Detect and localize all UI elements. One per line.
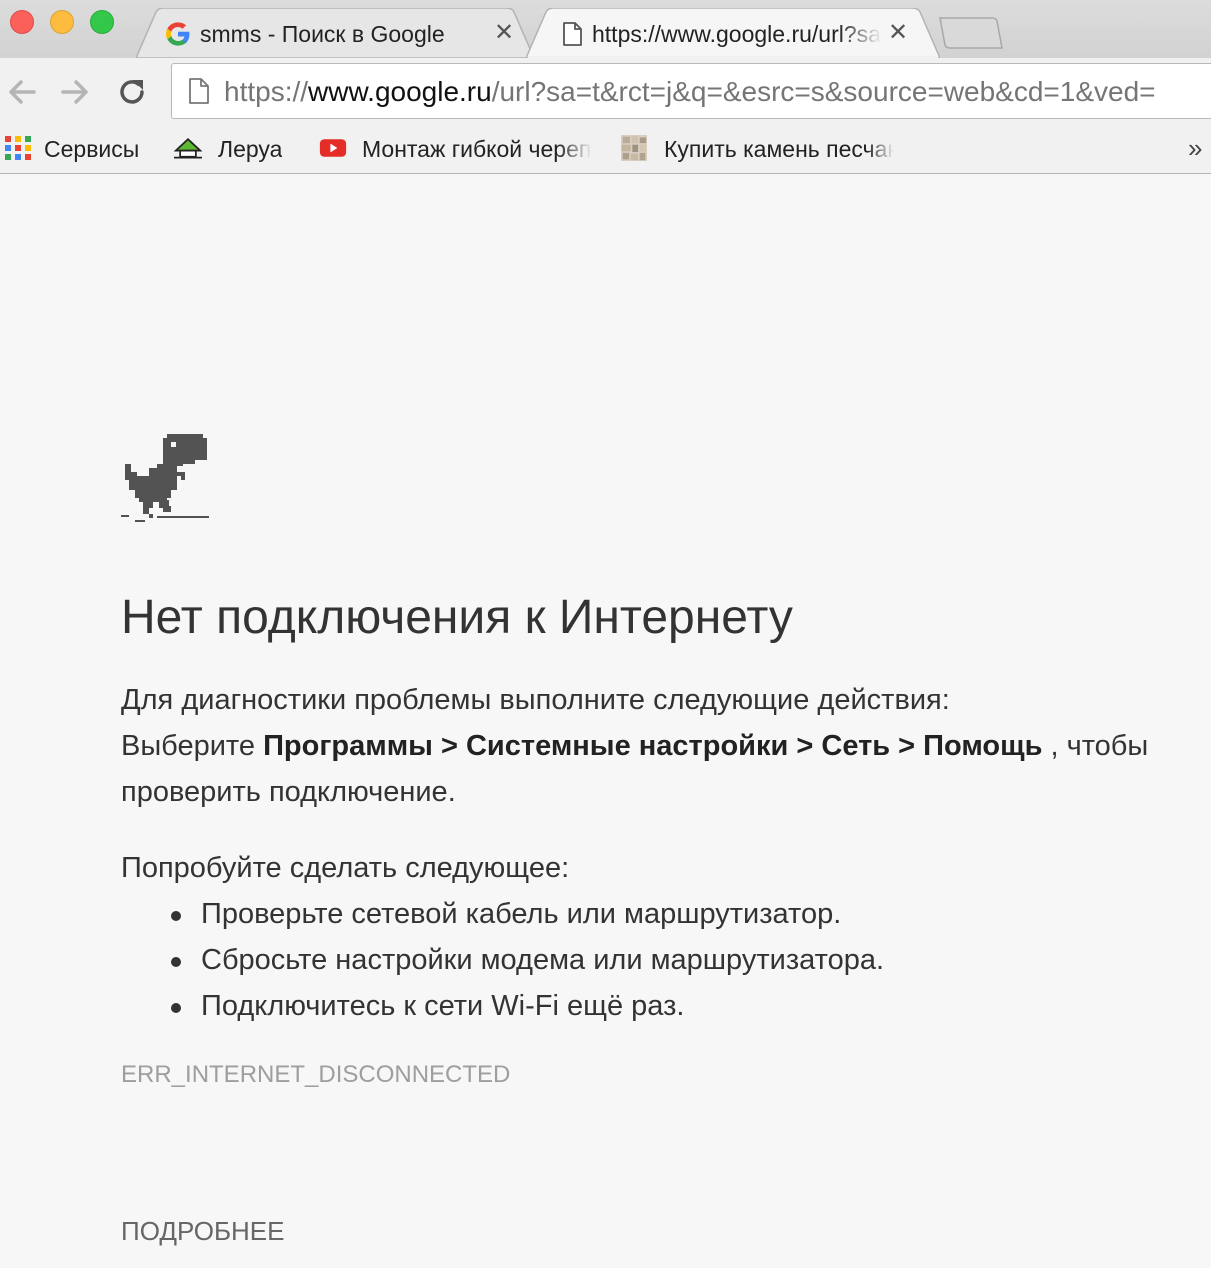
- error-code: ERR_INTERNET_DISCONNECTED: [121, 1061, 511, 1088]
- tab-active-url[interactable]: https://www.google.ru/url?sa ✕: [526, 8, 940, 58]
- page-info-icon[interactable]: [186, 76, 212, 106]
- tab-google-search[interactable]: smms - Поиск в Google ✕: [136, 8, 534, 58]
- back-arrow-icon[interactable]: [4, 74, 40, 110]
- bookmark-label: Купить камень песчаник: [664, 136, 894, 162]
- new-tab-button[interactable]: [938, 16, 1004, 50]
- details-button[interactable]: ПОДРОБНЕЕ: [121, 1215, 284, 1247]
- window-close-button[interactable]: [10, 10, 34, 34]
- forward-arrow-icon[interactable]: [57, 74, 93, 110]
- bookmark-lerua[interactable]: Леруа: [174, 132, 304, 164]
- suggestions-heading: Попробуйте сделать следующее:: [121, 852, 570, 884]
- list-item: Сбросьте настройки модема или маршрутиза…: [121, 937, 884, 983]
- url-text[interactable]: https://www.google.ru/url?sa=t&rct=j&q=&…: [224, 76, 1156, 108]
- url-path: /url?sa=t&rct=j&q=&esrc=s&source=web&cd=…: [491, 76, 1156, 107]
- suggestions-list: Проверьте сетевой кабель или маршрутизат…: [121, 891, 884, 1029]
- url-scheme: https://: [224, 76, 309, 107]
- settings-path: Программы > Системные настройки > Сеть >…: [263, 730, 1043, 762]
- google-g-icon: [166, 22, 190, 46]
- page-icon: [563, 22, 582, 46]
- bookmarks-bar: Сервисы Леруа Монтаж гибкой черепицы Куп…: [0, 124, 1211, 174]
- tab-close-icon[interactable]: ✕: [494, 19, 514, 47]
- diagnostics-instructions: Выберите Программы > Системные настройки…: [121, 723, 1201, 815]
- bookmark-kamen[interactable]: Купить камень песчаник: [620, 132, 900, 164]
- reload-icon[interactable]: [114, 74, 150, 110]
- bookmark-montazh[interactable]: Монтаж гибкой черепицы: [319, 132, 599, 164]
- toolbar: https://www.google.ru/url?sa=t&rct=j&q=&…: [0, 58, 1211, 124]
- bookmark-label: Монтаж гибкой черепицы: [362, 136, 592, 162]
- list-item: Подключитесь к сети Wi-Fi ещё раз.: [121, 983, 884, 1029]
- stone-thumbnail-icon: [621, 135, 647, 161]
- url-host: www.google.ru: [308, 76, 492, 107]
- bookmark-services[interactable]: Сервисы: [4, 132, 154, 164]
- offline-dino-icon: [121, 434, 209, 522]
- window-minimize-button[interactable]: [50, 10, 74, 34]
- diagnostics-choose: Выберите: [121, 730, 256, 762]
- bookmark-label: Сервисы: [44, 136, 140, 162]
- diagnostics-intro: Для диагностики проблемы выполните следу…: [121, 684, 950, 716]
- apps-grid-icon: [5, 136, 31, 160]
- lerua-house-icon: [174, 138, 202, 159]
- page-title: Нет подключения к Интернету: [121, 591, 793, 644]
- bookmark-label: Леруа: [218, 136, 283, 162]
- address-bar[interactable]: https://www.google.ru/url?sa=t&rct=j&q=&…: [171, 63, 1211, 119]
- list-item: Проверьте сетевой кабель или маршрутизат…: [121, 891, 884, 937]
- window-zoom-button[interactable]: [90, 10, 114, 34]
- diagnostics-text: Для диагностики проблемы выполните следу…: [121, 677, 1201, 815]
- tab-title: smms - Поиск в Google: [200, 21, 445, 47]
- bookmarks-overflow-icon[interactable]: »: [1188, 134, 1202, 162]
- tab-close-icon[interactable]: ✕: [888, 19, 908, 47]
- tab-strip: smms - Поиск в Google ✕ https://www.goog…: [0, 0, 1211, 58]
- youtube-icon: [319, 139, 347, 157]
- tab-title: https://www.google.ru/url?sa: [592, 21, 881, 47]
